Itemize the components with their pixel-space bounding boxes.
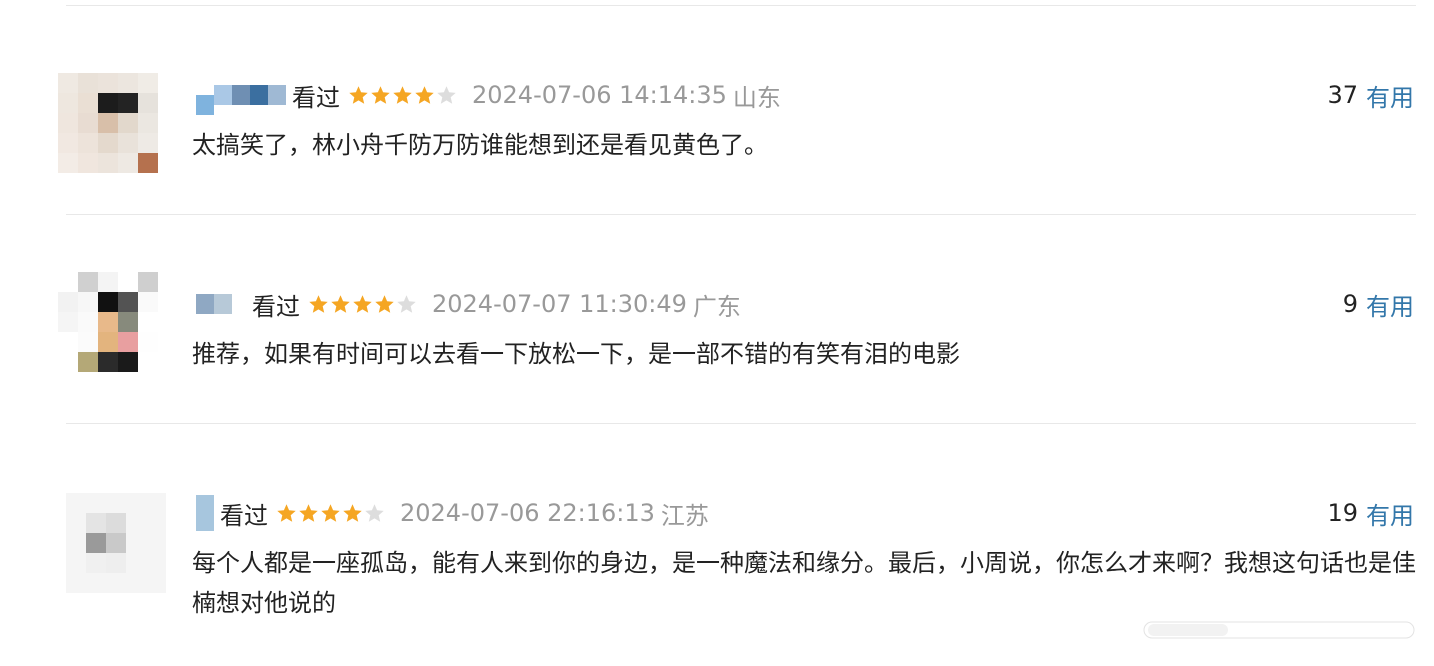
vote-area: 19 有用 bbox=[1327, 493, 1414, 533]
vote-area: 37 有用 bbox=[1327, 75, 1414, 115]
rating-stars bbox=[276, 503, 386, 524]
divider bbox=[66, 5, 1416, 6]
username-mosaic[interactable] bbox=[196, 75, 286, 115]
star-icon bbox=[414, 85, 435, 106]
watched-status: 看过 bbox=[220, 501, 268, 530]
review-content: 太搞笑了，林小舟千防万防谁能想到还是看见黄色了。 bbox=[192, 131, 768, 159]
review-content: 推荐，如果有时间可以去看一下放松一下，是一部不错的有笑有泪的电影 bbox=[192, 340, 960, 368]
horizontal-scrollbar[interactable] bbox=[1136, 614, 1422, 644]
review-timestamp: 2024-07-06 14:14:35 bbox=[472, 81, 727, 109]
useful-button[interactable]: 有用 bbox=[1366, 78, 1414, 113]
review-meta: 看过 2024-07-06 14:14:35 山东 bbox=[196, 75, 781, 115]
star-icon bbox=[308, 294, 329, 315]
rating-stars bbox=[348, 85, 458, 106]
username-mosaic[interactable] bbox=[196, 294, 246, 314]
username-mosaic[interactable] bbox=[196, 495, 214, 531]
review-meta: 看过 2024-07-07 11:30:49 广东 bbox=[196, 284, 741, 324]
star-icon bbox=[396, 294, 417, 315]
review-location: 广东 bbox=[692, 292, 741, 321]
rating-stars bbox=[308, 294, 418, 315]
star-icon bbox=[342, 503, 363, 524]
vote-count: 37 bbox=[1327, 81, 1358, 109]
star-icon bbox=[436, 85, 457, 106]
star-icon bbox=[370, 85, 391, 106]
avatar[interactable] bbox=[58, 272, 158, 372]
star-icon bbox=[276, 503, 297, 524]
divider bbox=[66, 214, 1416, 215]
useful-button[interactable]: 有用 bbox=[1366, 496, 1414, 531]
review-timestamp: 2024-07-07 11:30:49 bbox=[432, 290, 687, 318]
vote-area: 9 有用 bbox=[1343, 284, 1414, 324]
star-icon bbox=[352, 294, 373, 315]
divider bbox=[66, 423, 1416, 424]
review-meta: 看过 2024-07-06 22:16:13 江苏 bbox=[196, 493, 709, 533]
star-icon bbox=[298, 503, 319, 524]
watched-status: 看过 bbox=[252, 292, 300, 321]
review-location: 江苏 bbox=[660, 501, 709, 530]
star-icon bbox=[392, 85, 413, 106]
watched-status: 看过 bbox=[292, 83, 340, 112]
avatar[interactable] bbox=[66, 493, 166, 593]
star-icon bbox=[374, 294, 395, 315]
vote-count: 19 bbox=[1327, 499, 1358, 527]
star-icon bbox=[348, 85, 369, 106]
review-timestamp: 2024-07-06 22:16:13 bbox=[400, 499, 655, 527]
star-icon bbox=[330, 294, 351, 315]
review-content: 每个人都是一座孤岛，能有人来到你的身边，是一种魔法和缘分。最后，小周说，你怎么才… bbox=[192, 549, 1416, 617]
review-location: 山东 bbox=[732, 83, 781, 112]
star-icon bbox=[320, 503, 341, 524]
avatar[interactable] bbox=[58, 73, 158, 173]
vote-count: 9 bbox=[1342, 290, 1358, 318]
star-icon bbox=[364, 503, 385, 524]
useful-button[interactable]: 有用 bbox=[1366, 287, 1414, 322]
